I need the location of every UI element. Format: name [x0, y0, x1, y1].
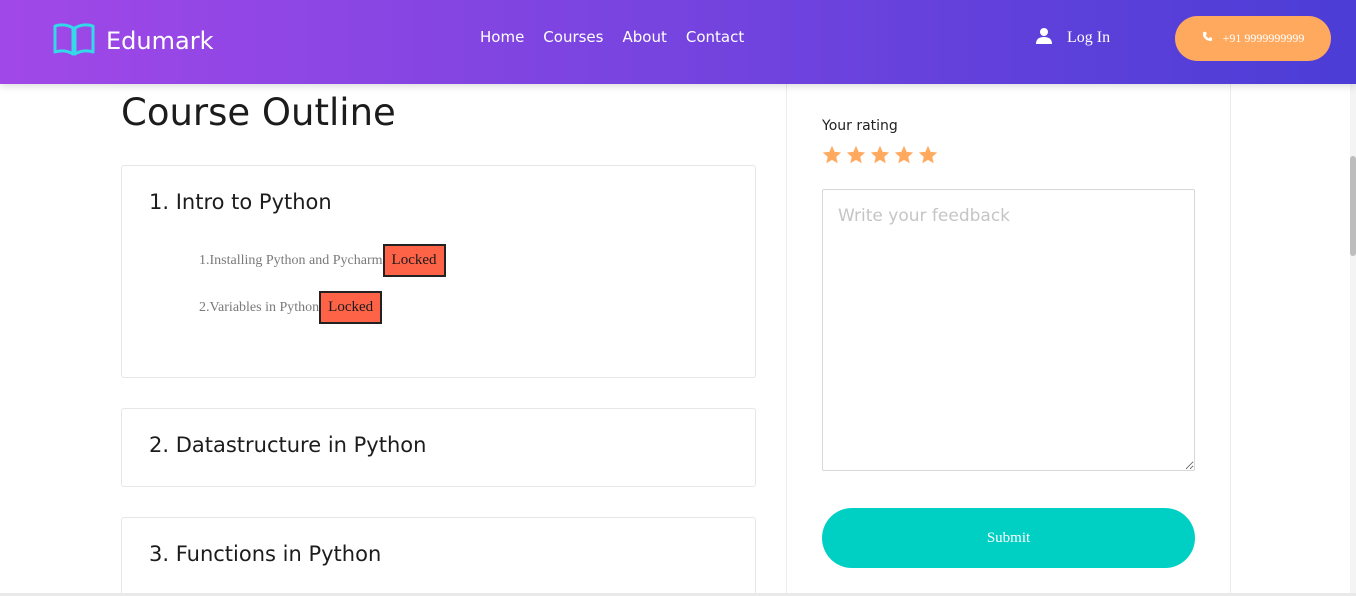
- module-card[interactable]: 1. Intro to Python 1.Installing Python a…: [121, 165, 756, 378]
- module-title: 1. Intro to Python: [149, 190, 332, 214]
- lesson-item: 1.Installing Python and Pycharm Locked: [199, 244, 446, 277]
- nav-courses[interactable]: Courses: [543, 28, 603, 46]
- module-title: 3. Functions in Python: [149, 542, 382, 566]
- phone-number: +91 9999999999: [1222, 31, 1305, 45]
- nav-about[interactable]: About: [622, 28, 666, 46]
- login-label: Log In: [1067, 29, 1111, 46]
- site-header: Edumark Home Courses About Contact Log I…: [0, 0, 1356, 84]
- page-scrollbar[interactable]: [1350, 0, 1356, 596]
- module-card[interactable]: 2. Datastructure in Python: [121, 408, 756, 487]
- rating-label: Your rating: [822, 118, 898, 134]
- login-link[interactable]: Log In: [1035, 27, 1110, 49]
- star-icon[interactable]: [821, 144, 845, 170]
- nav-contact[interactable]: Contact: [686, 28, 744, 46]
- star-icon[interactable]: [917, 144, 941, 170]
- lesson-name: 2.Variables in Python: [199, 299, 320, 315]
- main-nav: Home Courses About Contact: [480, 28, 763, 46]
- feedback-textarea[interactable]: [822, 189, 1195, 471]
- locked-button[interactable]: Locked: [319, 291, 383, 324]
- star-rating[interactable]: [821, 144, 941, 170]
- phone-icon: [1202, 31, 1223, 46]
- locked-button[interactable]: Locked: [382, 244, 446, 277]
- page-title: Course Outline: [121, 91, 396, 134]
- module-card[interactable]: 3. Functions in Python: [121, 517, 756, 596]
- star-icon[interactable]: [869, 144, 893, 170]
- user-icon: [1035, 27, 1053, 49]
- module-title: 2. Datastructure in Python: [149, 433, 427, 457]
- star-icon[interactable]: [893, 144, 917, 170]
- phone-button[interactable]: +91 9999999999: [1175, 16, 1331, 61]
- star-icon[interactable]: [845, 144, 869, 170]
- scrollbar-thumb[interactable]: [1350, 156, 1356, 256]
- lesson-item: 2.Variables in Python Locked: [199, 291, 383, 324]
- brand-logo[interactable]: Edumark: [52, 21, 213, 61]
- brand-name: Edumark: [106, 27, 214, 55]
- lesson-name: 1.Installing Python and Pycharm: [199, 252, 383, 268]
- nav-home[interactable]: Home: [480, 28, 524, 46]
- submit-button[interactable]: Submit: [822, 508, 1195, 568]
- book-icon: [52, 21, 96, 61]
